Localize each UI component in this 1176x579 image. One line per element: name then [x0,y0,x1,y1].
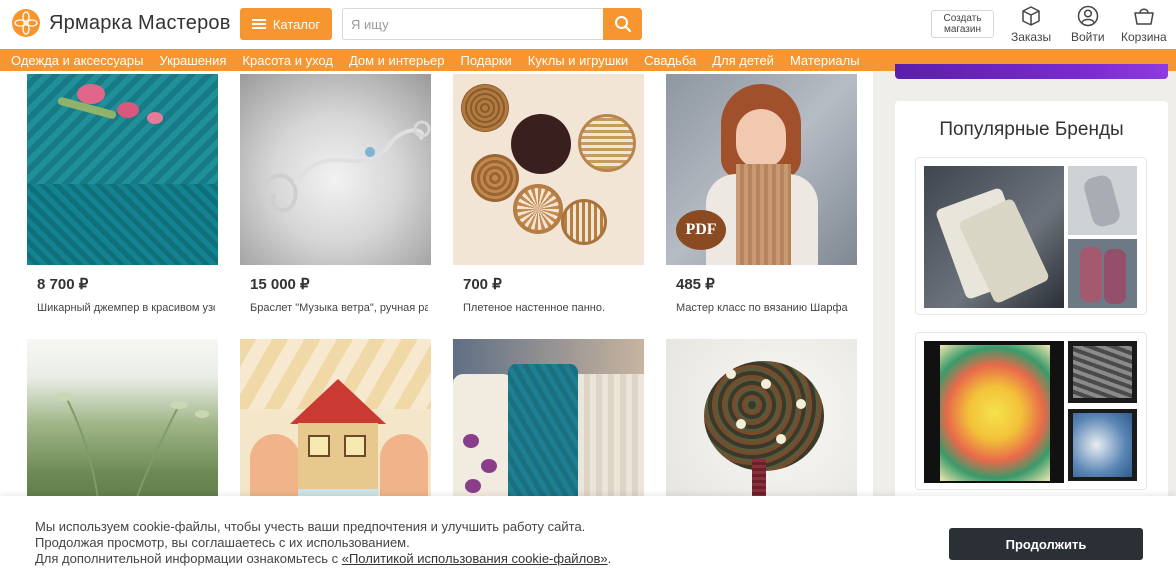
logo[interactable]: Ярмарка Мастеров [11,8,231,38]
product-price: 15 000 ₽ [250,276,310,293]
popular-brands-title: Популярные Бренды [939,119,1124,140]
cookie-line-3: Для дополнительной информации ознакомьте… [35,551,611,567]
nav-item-home[interactable]: Дом и интерьер [349,53,445,68]
product-card[interactable]: 15 000 ₽ Браслет "Музыка ветра", ручная … [240,74,431,314]
product-price: 700 ₽ [463,276,502,293]
product-image-scarf[interactable]: PDF [666,74,857,265]
product-card[interactable]: 700 ₽ Плетеное настенное панно. [453,74,644,314]
orders-button[interactable]: Заказы [1011,5,1051,44]
login-label: Войти [1071,30,1105,44]
logo-text: Ярмарка Мастеров [49,11,231,34]
product-price: 485 ₽ [676,276,715,293]
nav-item-dolls[interactable]: Куклы и игрушки [528,53,628,68]
search-input[interactable] [342,8,604,40]
create-shop-button[interactable]: Создать магазин [931,10,994,38]
product-image-bracelet[interactable] [240,74,431,265]
create-shop-line1: Создать [943,13,982,24]
brand-image-gloves-book[interactable] [924,166,1064,308]
brand-image-grey-art[interactable] [1068,341,1137,403]
product-title[interactable]: Плетеное настенное панно. [463,302,641,314]
nav-item-kids[interactable]: Для детей [712,53,774,68]
nav-item-wedding[interactable]: Свадьба [644,53,696,68]
promo-banner[interactable] [895,64,1168,79]
brand-image-blue-art[interactable] [1068,409,1137,481]
cookie-line-2: Продолжая просмотр, вы соглашаетесь с их… [35,535,410,550]
catalog-label: Каталог [272,16,321,32]
brand-card[interactable] [915,332,1147,490]
product-image-sweater[interactable] [27,74,218,265]
cookie-policy-link[interactable]: «Политикой использования cookie-файлов» [342,551,608,566]
logo-flower-icon [12,9,40,37]
continue-button[interactable]: Продолжить [949,528,1143,560]
catalog-button[interactable]: Каталог [240,8,332,40]
brand-image-abstract-painting[interactable] [924,341,1064,483]
brand-image-pink-gloves[interactable] [1068,239,1137,308]
cookie-line-1: Мы используем cookie-файлы, чтобы учесть… [35,519,586,534]
nav-item-beauty[interactable]: Красота и уход [242,53,333,68]
cart-button[interactable]: Корзина [1121,5,1167,44]
product-price: 8 700 ₽ [37,276,89,293]
cart-icon [1134,8,1154,25]
cookie-text: Мы используем cookie-файлы, чтобы учесть… [35,519,611,567]
box-icon [1022,6,1040,26]
cookie-line-3-prefix: Для дополнительной информации ознакомьте… [35,551,342,566]
header: Ярмарка Мастеров Каталог Создать магазин… [0,0,1176,49]
product-title[interactable]: Браслет "Музыка ветра", ручная работа [250,302,428,314]
nav-item-materials[interactable]: Материалы [790,53,860,68]
user-icon [1077,5,1099,27]
nav-item-clothing[interactable]: Одежда и аксессуары [11,53,143,68]
cart-label: Корзина [1121,30,1167,44]
product-title[interactable]: Мастер класс по вязанию Шарфа [676,302,854,314]
login-button[interactable]: Войти [1071,5,1105,44]
product-image-panel[interactable] [453,74,644,265]
brand-image-grey-gloves[interactable] [1068,166,1137,235]
product-title[interactable]: Шикарный джемпер в красивом узоре [37,302,215,314]
product-card[interactable]: 8 700 ₽ Шикарный джемпер в красивом узор… [27,74,218,314]
orders-label: Заказы [1011,30,1052,44]
pdf-badge: PDF [676,210,726,250]
product-card[interactable]: PDF 485 ₽ Мастер класс по вязанию Шарфа [666,74,857,314]
cookie-line-3-suffix: . [607,551,612,566]
cookie-banner: Мы используем cookie-файлы, чтобы учесть… [0,496,1176,579]
create-shop-line2: магазин [943,24,981,35]
search-icon [614,16,631,33]
search-button[interactable] [603,8,642,40]
popular-brands-panel: Популярные Бренды [895,101,1168,501]
brand-card[interactable] [915,157,1147,315]
nav-item-gifts[interactable]: Подарки [461,53,512,68]
menu-icon [251,17,266,31]
nav-item-jewelry[interactable]: Украшения [159,53,226,68]
